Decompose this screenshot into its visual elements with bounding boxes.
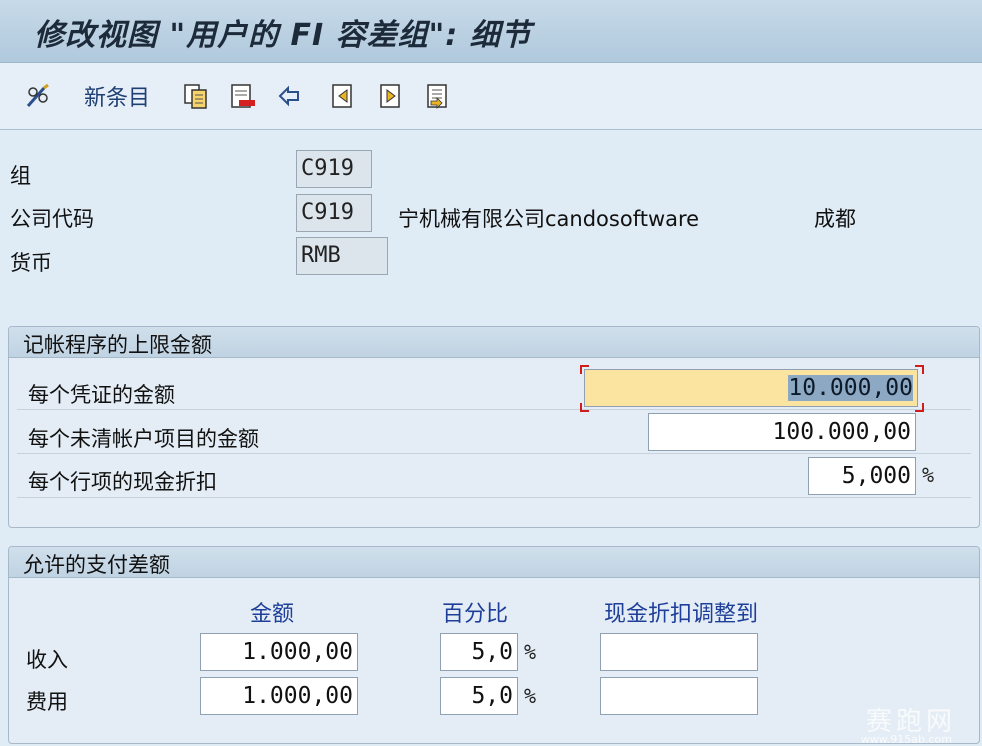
new-entries-button[interactable]: 新条目 bbox=[76, 79, 150, 113]
delete-icon bbox=[231, 84, 255, 108]
focus-corner bbox=[915, 403, 924, 412]
row-divider bbox=[17, 409, 971, 410]
row-divider bbox=[17, 497, 971, 498]
company-code-label: 公司代码 bbox=[10, 207, 94, 231]
revenue-percent-input[interactable]: 5,0 bbox=[440, 633, 518, 671]
revenue-label: 收入 bbox=[26, 648, 68, 672]
column-percent-header: 百分比 bbox=[442, 602, 509, 627]
undo-button[interactable] bbox=[276, 79, 304, 113]
column-amount-header: 金额 bbox=[250, 602, 295, 627]
currency-label: 货币 bbox=[10, 251, 52, 275]
display-change-button[interactable] bbox=[24, 79, 52, 113]
posting-limits-title: 记帐程序的上限金额 bbox=[23, 333, 212, 357]
cash-discount-percent-sign: % bbox=[922, 463, 935, 487]
revenue-percent-sign: % bbox=[524, 640, 537, 664]
next-entry-button[interactable] bbox=[376, 79, 404, 113]
select-all-button[interactable] bbox=[423, 79, 451, 113]
per-document-value: 10.000,00 bbox=[788, 375, 913, 401]
cash-discount-label: 每个行项的现金折扣 bbox=[28, 470, 217, 494]
previous-entry-icon bbox=[332, 84, 352, 108]
title-bar: 修改视图 "用户的 FI 容差组": 细节 bbox=[0, 0, 982, 63]
cash-discount-input[interactable]: 5,000 bbox=[808, 457, 916, 495]
per-document-input[interactable]: 10.000,00 bbox=[584, 369, 918, 407]
company-city-text: 成都 bbox=[814, 207, 856, 231]
group-label: 组 bbox=[10, 164, 31, 188]
expense-percent-input[interactable]: 5,0 bbox=[440, 677, 518, 715]
select-all-icon bbox=[427, 84, 447, 109]
watermark-url: www.915ab.com bbox=[860, 733, 952, 746]
focus-corner bbox=[580, 403, 589, 412]
application-toolbar: 新条目 bbox=[0, 63, 982, 130]
company-name-text: 宁机械有限公司candosoftware bbox=[398, 207, 700, 231]
revenue-amount-input[interactable]: 1.000,00 bbox=[200, 633, 358, 671]
copy-button[interactable] bbox=[182, 79, 210, 113]
undo-icon bbox=[278, 85, 299, 107]
company-code-field: C919 bbox=[296, 194, 372, 232]
copy-icon bbox=[184, 84, 207, 109]
next-entry-icon bbox=[380, 84, 400, 108]
posting-limits-header: 记帐程序的上限金额 bbox=[9, 327, 979, 358]
row-divider bbox=[17, 453, 971, 454]
payment-differences-title: 允许的支付差额 bbox=[23, 553, 170, 577]
focus-corner bbox=[580, 365, 589, 374]
group-field: C919 bbox=[296, 150, 372, 188]
column-discount-adjust-header: 现金折扣调整到 bbox=[604, 602, 759, 627]
previous-entry-button[interactable] bbox=[328, 79, 356, 113]
per-open-item-input[interactable]: 100.000,00 bbox=[648, 413, 916, 451]
expense-label: 费用 bbox=[26, 690, 68, 714]
currency-field: RMB bbox=[296, 237, 388, 275]
delete-button[interactable] bbox=[229, 79, 257, 113]
focus-corner bbox=[915, 365, 924, 374]
window-title: 修改视图 "用户的 FI 容差组": 细节 bbox=[34, 18, 532, 53]
pencil-glasses-icon bbox=[26, 83, 49, 107]
payment-differences-header: 允许的支付差额 bbox=[9, 547, 979, 578]
per-document-label: 每个凭证的金额 bbox=[28, 383, 175, 407]
per-open-item-label: 每个未清帐户项目的金额 bbox=[28, 427, 259, 451]
expense-discount-adjust-input[interactable] bbox=[600, 677, 758, 715]
expense-amount-input[interactable]: 1.000,00 bbox=[200, 677, 358, 715]
revenue-discount-adjust-input[interactable] bbox=[600, 633, 758, 671]
new-entries-label: 新条目 bbox=[84, 86, 151, 111]
expense-percent-sign: % bbox=[524, 684, 537, 708]
